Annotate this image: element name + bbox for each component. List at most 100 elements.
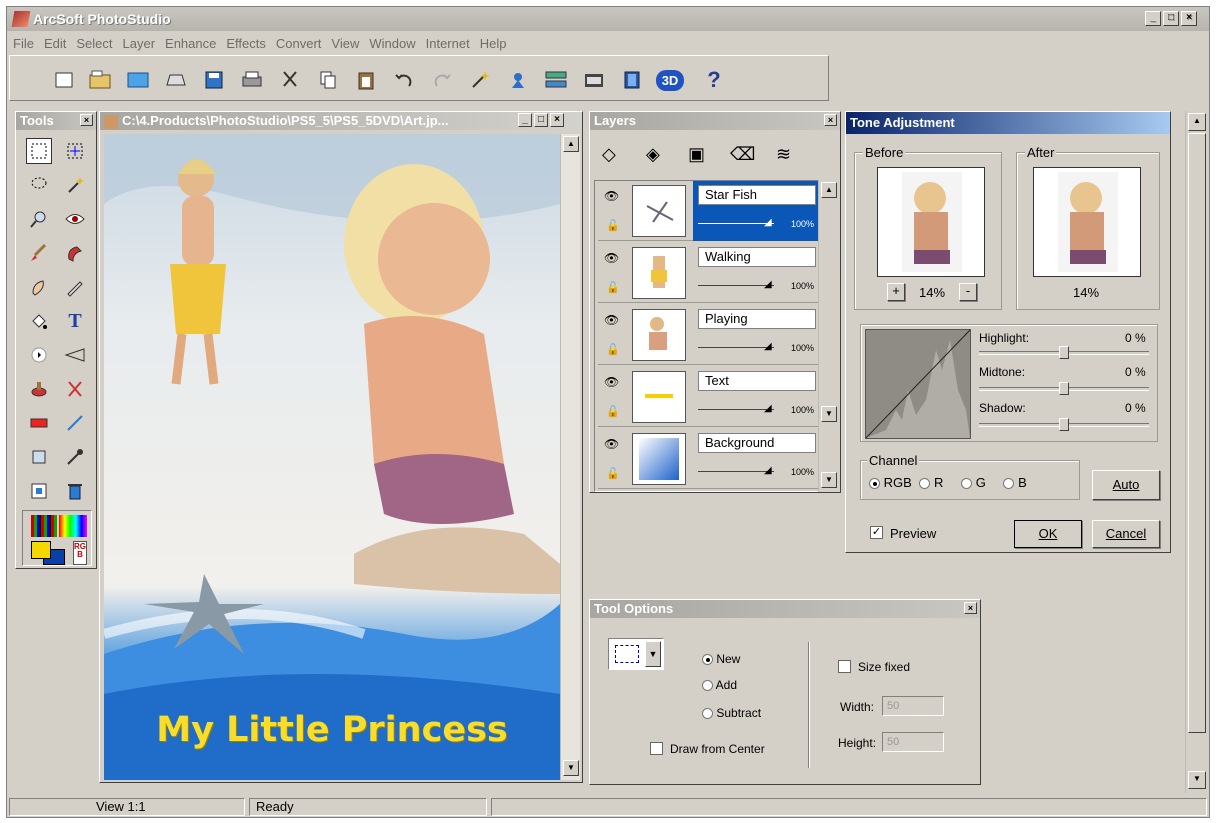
scanner-icon[interactable] — [162, 66, 190, 94]
mode-new-radio[interactable] — [702, 654, 713, 666]
book-icon[interactable] — [618, 66, 646, 94]
tools-close-button[interactable]: × — [80, 114, 93, 126]
size-fixed-checkbox[interactable] — [838, 660, 851, 673]
minimize-button[interactable]: _ — [1145, 11, 1161, 26]
foreground-color-swatch[interactable] — [31, 541, 51, 559]
opacity-slider-knob[interactable]: ◢ — [764, 341, 772, 352]
menu-enhance[interactable]: Enhance — [161, 32, 220, 55]
opacity-slider[interactable] — [698, 409, 774, 410]
magic-wand-tool-icon[interactable] — [62, 172, 88, 198]
opacity-slider[interactable] — [698, 285, 774, 286]
document-scrollbar[interactable]: ▲ ▼ — [560, 134, 580, 780]
opacity-slider[interactable] — [698, 471, 774, 472]
lasso-tool-icon[interactable] — [26, 172, 52, 198]
print-icon[interactable] — [238, 66, 266, 94]
opacity-slider-knob[interactable]: ◢ — [764, 465, 772, 476]
cancel-button[interactable]: Cancel — [1092, 520, 1160, 548]
3d-icon[interactable]: 3D — [652, 66, 688, 94]
zoom-out-button[interactable]: - — [959, 283, 977, 301]
height-input[interactable]: 50 — [882, 732, 944, 752]
scroll-up-icon[interactable]: ▲ — [1188, 113, 1206, 131]
mode-add-option[interactable]: Add — [702, 678, 737, 692]
eyedropper-tool-icon[interactable] — [62, 444, 88, 470]
lock-icon[interactable]: 🔓 — [606, 219, 620, 232]
color-spectrum-icon[interactable] — [59, 515, 87, 537]
wizard-icon[interactable] — [504, 66, 532, 94]
mode-subtract-option[interactable]: Subtract — [702, 706, 761, 720]
menu-select[interactable]: Select — [72, 32, 116, 55]
lock-icon[interactable]: 🔓 — [606, 467, 620, 480]
frame-tool-icon[interactable] — [26, 478, 52, 504]
layer-item[interactable]: 👁 🔓 Walking ◢ 100% — [598, 243, 820, 303]
doc-minimize-button[interactable]: _ — [518, 113, 532, 127]
scroll-down-icon[interactable]: ▼ — [821, 406, 837, 422]
layer-name[interactable]: Playing — [698, 309, 816, 329]
scroll-thumb[interactable] — [1188, 133, 1206, 733]
highlight-slider-knob[interactable] — [1059, 346, 1069, 359]
layer-name[interactable]: Text — [698, 371, 816, 391]
magic-icon[interactable] — [466, 66, 494, 94]
scroll-up-icon[interactable]: ▲ — [821, 182, 837, 198]
scissors-tool-icon[interactable] — [62, 376, 88, 402]
lock-icon[interactable]: 🔓 — [606, 281, 620, 294]
scroll-down-icon[interactable]: ▼ — [821, 472, 837, 488]
opacity-slider-knob[interactable]: ◢ — [764, 403, 772, 414]
eye-icon[interactable]: 👁 — [604, 375, 619, 389]
ok-button[interactable]: OK — [1014, 520, 1082, 548]
main-scrollbar[interactable]: ▲ ▼ — [1185, 111, 1207, 793]
midtone-slider-knob[interactable] — [1059, 382, 1069, 395]
open-folder-icon[interactable] — [86, 66, 114, 94]
new-file-icon[interactable] — [50, 66, 78, 94]
cut-icon[interactable] — [276, 66, 304, 94]
doc-maximize-button[interactable]: □ — [534, 113, 548, 127]
width-input[interactable]: 50 — [882, 696, 944, 716]
close-button[interactable]: × — [1181, 11, 1197, 26]
mode-subtract-radio[interactable] — [702, 708, 713, 720]
stamp-tool-icon[interactable] — [26, 376, 52, 402]
layers-scrollbar[interactable]: ▲ ▼ ▼ — [818, 180, 838, 492]
canvas-image[interactable]: My Little Princess — [104, 134, 560, 780]
text-tool-icon[interactable]: T — [62, 308, 88, 334]
help-icon[interactable]: ? — [700, 66, 728, 94]
trash-tool-icon[interactable] — [62, 478, 88, 504]
menu-convert[interactable]: Convert — [272, 32, 326, 55]
selection-shape-dropdown[interactable]: ▼ — [608, 638, 664, 670]
paintbrush-tool-icon[interactable] — [26, 240, 52, 266]
channel-b-radio[interactable] — [1003, 478, 1015, 490]
rgb-mode-button[interactable]: RGB — [73, 541, 87, 565]
pencil-tool-icon[interactable] — [62, 274, 88, 300]
menu-effects[interactable]: Effects — [222, 32, 270, 55]
menu-view[interactable]: View — [327, 32, 363, 55]
fill-tool-icon[interactable] — [26, 308, 52, 334]
menu-internet[interactable]: Internet — [422, 32, 474, 55]
acquire-icon[interactable] — [124, 66, 152, 94]
layer-stack-icon[interactable]: ◈ — [646, 144, 660, 165]
channel-rgb-radio[interactable] — [869, 478, 880, 490]
layer-name[interactable]: Star Fish — [698, 185, 816, 205]
menu-window[interactable]: Window — [365, 32, 419, 55]
layer-merge-icon[interactable]: ≋ — [776, 144, 791, 165]
opacity-slider-knob[interactable]: ◢ — [764, 217, 772, 228]
channel-g-radio[interactable] — [961, 478, 973, 490]
line-tool-icon[interactable] — [62, 410, 88, 436]
layer-item[interactable]: 👁 🔓 Background ◢ 100% — [598, 429, 820, 489]
scroll-down-icon[interactable]: ▼ — [563, 760, 579, 776]
channel-r-radio[interactable] — [919, 478, 931, 490]
crop-tool-icon[interactable] — [26, 444, 52, 470]
draw-from-center-checkbox[interactable] — [650, 742, 663, 755]
layer-name[interactable]: Walking — [698, 247, 816, 267]
eye-icon[interactable]: 👁 — [604, 189, 619, 203]
red-eye-tool-icon[interactable] — [62, 206, 88, 232]
color-grid-icon[interactable] — [31, 515, 57, 537]
auto-button[interactable]: Auto — [1092, 470, 1160, 500]
pointer-tool-icon[interactable] — [26, 342, 52, 368]
rect-select-tool-icon[interactable] — [26, 138, 52, 164]
clone-tool-icon[interactable] — [62, 240, 88, 266]
menu-edit[interactable]: Edit — [40, 32, 70, 55]
layer-visibility-icon[interactable]: ◇ — [602, 144, 616, 165]
save-icon[interactable] — [200, 66, 228, 94]
move-select-tool-icon[interactable] — [62, 138, 88, 164]
layer-paste-icon[interactable]: ▣ — [688, 144, 705, 165]
eye-icon[interactable]: 👁 — [604, 437, 619, 451]
menu-file[interactable]: File — [9, 32, 38, 55]
